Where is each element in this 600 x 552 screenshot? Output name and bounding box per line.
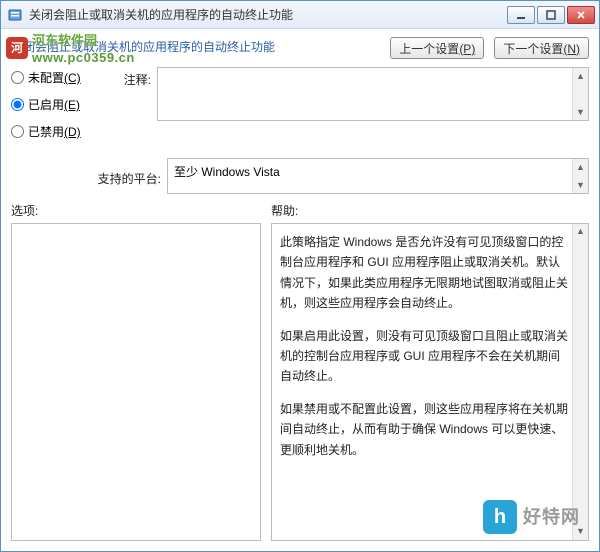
scroll-down-icon[interactable]: ▼: [573, 177, 588, 193]
radio-not-configured[interactable]: 未配置(C): [11, 69, 97, 86]
radio-enabled-input[interactable]: [11, 98, 24, 111]
help-paragraph: 如果禁用或不配置此设置，则这些应用程序将在关机期间自动终止，从而有助于确保 Wi…: [280, 399, 568, 460]
heading-group: 关闭会阻止或取消关机的应用程序的自动终止功能: [11, 38, 380, 59]
prev-setting-button[interactable]: 上一个设置(P): [390, 37, 484, 59]
scroll-up-icon[interactable]: ▲: [573, 224, 588, 240]
options-label: 选项:: [11, 202, 261, 219]
radio-not-configured-input[interactable]: [11, 71, 24, 84]
watermark-haote: h 好特网: [483, 500, 580, 534]
help-scrollbar[interactable]: ▲ ▼: [572, 224, 588, 540]
window-title: 关闭会阻止或取消关机的应用程序的自动终止功能: [29, 6, 507, 23]
help-box[interactable]: 此策略指定 Windows 是否允许没有可见顶级窗口的控制台应用程序和 GUI …: [271, 223, 589, 541]
radio-disabled[interactable]: 已禁用(D): [11, 123, 97, 140]
radio-enabled[interactable]: 已启用(E): [11, 96, 97, 113]
options-box[interactable]: [11, 223, 261, 541]
help-pane: 帮助: 此策略指定 Windows 是否允许没有可见顶级窗口的控制台应用程序和 …: [271, 202, 589, 541]
body: 未配置(C) 已启用(E) 已禁用(D) 注释: ▲ ▼: [1, 63, 599, 551]
minimize-button[interactable]: [507, 6, 535, 24]
window-buttons: [507, 6, 595, 24]
watermark2-logo-icon: h: [483, 500, 517, 534]
supported-row: 支持的平台: 至少 Windows Vista ▲ ▼: [97, 158, 589, 194]
scroll-down-icon[interactable]: ▼: [573, 524, 588, 540]
comment-scrollbar[interactable]: ▲ ▼: [572, 68, 588, 120]
lower-panes: 选项: 帮助: 此策略指定 Windows 是否允许没有可见顶级窗口的控制台应用…: [11, 202, 589, 541]
supported-label: 支持的平台:: [97, 166, 167, 187]
radio-disabled-input[interactable]: [11, 125, 24, 138]
config-row: 未配置(C) 已启用(E) 已禁用(D) 注释: ▲ ▼: [11, 67, 589, 150]
scroll-up-icon[interactable]: ▲: [573, 68, 588, 84]
supported-value: 至少 Windows Vista: [174, 163, 280, 180]
maximize-button[interactable]: [537, 6, 565, 24]
help-paragraph: 此策略指定 Windows 是否允许没有可见顶级窗口的控制台应用程序和 GUI …: [280, 232, 568, 314]
help-paragraph: 如果启用此设置，则没有可见顶级窗口且阻止或取消关机的控制台应用程序或 GUI 应…: [280, 326, 568, 387]
help-label: 帮助:: [271, 202, 589, 219]
app-icon: [7, 7, 23, 23]
comment-label: 注释:: [97, 67, 157, 88]
header: 关闭会阻止或取消关机的应用程序的自动终止功能 上一个设置(P) 下一个设置(N): [1, 29, 599, 63]
scroll-down-icon[interactable]: ▼: [573, 104, 588, 120]
titlebar: 关闭会阻止或取消关机的应用程序的自动终止功能: [1, 1, 599, 29]
supported-scrollbar[interactable]: ▲ ▼: [572, 159, 588, 193]
scroll-up-icon[interactable]: ▲: [573, 159, 588, 175]
policy-title: 关闭会阻止或取消关机的应用程序的自动终止功能: [11, 38, 380, 55]
supported-box: 至少 Windows Vista ▲ ▼: [167, 158, 589, 194]
window-root: 关闭会阻止或取消关机的应用程序的自动终止功能 河 河东软件园 www.pc035…: [0, 0, 600, 552]
options-pane: 选项:: [11, 202, 261, 541]
next-setting-button[interactable]: 下一个设置(N): [494, 37, 589, 59]
close-button[interactable]: [567, 6, 595, 24]
comment-textarea[interactable]: ▲ ▼: [157, 67, 589, 121]
radio-group: 未配置(C) 已启用(E) 已禁用(D): [11, 67, 97, 150]
